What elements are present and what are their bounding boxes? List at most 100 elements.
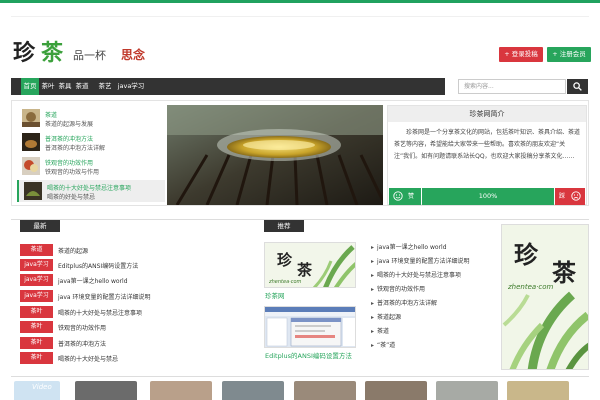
category-tag[interactable]: 茶叶: [20, 352, 53, 364]
nav-item-java[interactable]: java学习: [117, 78, 145, 95]
list-item[interactable]: 茶叶 铁观音的功效作用: [20, 321, 250, 333]
list-item[interactable]: 茶叶 喝茶的十大好处与禁忌注意事项: [20, 306, 250, 318]
video-thumb[interactable]: [75, 381, 137, 400]
logo-char-2: 茶: [41, 40, 64, 66]
feature-post-item[interactable]: 铁观音的功效作用 铁观音的功效与作用: [17, 155, 165, 177]
vote-up-label: 赞: [408, 193, 415, 200]
image-logo-url: zhentea·com: [269, 279, 302, 285]
right-list-item[interactable]: java 环境变量的配置方法详细说明: [371, 256, 469, 265]
image-logo-char-2: 茶: [297, 261, 313, 279]
tab-latest[interactable]: 最新: [20, 220, 60, 232]
video-thumb[interactable]: [294, 381, 356, 400]
image-logo-char-1: 珍: [277, 251, 293, 269]
feature-post-item-active[interactable]: 喝茶的十大好处与禁忌注意事项 喝茶的好处与禁忌: [17, 180, 165, 202]
logo-char-1: 珍: [13, 40, 36, 66]
vote-percent: 100%: [422, 188, 554, 205]
video-thumb[interactable]: [150, 381, 212, 400]
login-submit-button[interactable]: + 登录投稿: [499, 47, 543, 62]
list-item-title[interactable]: 茶道的起源: [58, 246, 88, 255]
search-icon: [573, 82, 582, 91]
category-tag[interactable]: 茶叶: [20, 306, 53, 318]
list-item[interactable]: 茶道 茶道的起源: [20, 244, 250, 256]
vote-down-button[interactable]: 踩: [555, 188, 585, 205]
post-thumbnail: [22, 157, 40, 175]
category-tag[interactable]: 茶叶: [20, 337, 53, 349]
post-thumbnail: [22, 109, 40, 127]
side-logo-char-1: 珍: [514, 240, 538, 269]
right-list-item[interactable]: 喝茶的十大好处与禁忌注意事项: [371, 270, 461, 279]
list-item[interactable]: 茶叶 普洱茶的冲泡方法: [20, 337, 250, 349]
recommend-caption[interactable]: Editplus的ANSI编码设置方法: [265, 350, 352, 360]
list-item-title[interactable]: 喝茶的十大好处与禁忌: [58, 354, 118, 363]
recommend-image-screenshot[interactable]: [264, 306, 356, 348]
vote-down-label: 踩: [559, 193, 566, 200]
nav-item-teaware[interactable]: 茶具: [58, 78, 72, 95]
right-list-item[interactable]: 茶道起源: [371, 312, 401, 321]
list-item-title[interactable]: java第一课之hello world: [58, 276, 128, 285]
video-thumb[interactable]: [436, 381, 498, 400]
list-item-title[interactable]: java 环境变量的配置方法详细说明: [58, 292, 150, 301]
post-subtitle: 铁观音的功效与作用: [45, 169, 100, 176]
top-accent-bar: [0, 0, 600, 3]
side-logo-char-2: 茶: [552, 258, 576, 287]
video-label: Video: [32, 383, 52, 391]
nav-item-tea-ceremony[interactable]: 茶道: [75, 78, 89, 95]
site-intro-panel: 珍茶网简介 珍茶网是一个分享茶文化的网站，包括茶叶知识、茶具介绍、茶道茶艺等内容…: [387, 105, 587, 205]
site-logo[interactable]: 珍 茶 品一杯 思念: [13, 35, 163, 69]
side-logo-banner[interactable]: 珍 茶 zhentea·com: [501, 224, 589, 370]
search-button[interactable]: [567, 79, 588, 94]
category-tag[interactable]: 茶叶: [20, 321, 53, 333]
recommend-image-logo[interactable]: 珍 茶 zhentea·com: [264, 242, 356, 288]
feature-post-item[interactable]: 普洱茶的冲泡方法 普洱茶的冲泡方法详解: [17, 131, 165, 153]
post-title: 铁观音的功效作用: [45, 160, 94, 167]
post-title: 喝茶的十大好处与禁忌注意事项: [47, 185, 132, 192]
recommend-caption[interactable]: 珍茶网: [265, 290, 285, 300]
logo-tagline-1: 品一杯: [73, 49, 106, 62]
right-list-item[interactable]: “茶”道: [371, 340, 395, 349]
editplus-screenshot-image: [265, 307, 355, 347]
right-list-item[interactable]: java第一课之hello world: [371, 242, 447, 251]
post-subtitle: 普洱茶的冲泡方法详解: [45, 145, 106, 152]
post-subtitle: 茶道的起源与发展: [45, 121, 94, 128]
category-tag[interactable]: java学习: [20, 259, 53, 271]
register-button[interactable]: + 注册会员: [547, 47, 591, 62]
list-item-title[interactable]: 铁观音的功效作用: [58, 323, 106, 332]
video-thumb[interactable]: Video: [14, 381, 60, 400]
site-header: 珍 茶 品一杯 思念 + 登录投稿 + 注册会员: [11, 16, 591, 72]
right-list-item[interactable]: 铁观音的功效作用: [371, 284, 425, 293]
vote-up-button[interactable]: 赞: [389, 188, 421, 205]
right-list-item[interactable]: 普洱茶的冲泡方法详解: [371, 298, 437, 307]
nav-item-tea[interactable]: 茶叶: [41, 78, 55, 95]
category-tag[interactable]: 茶道: [20, 244, 53, 256]
list-item-title[interactable]: 喝茶的十大好处与禁忌注意事项: [58, 308, 142, 317]
category-tag[interactable]: java学习: [20, 274, 53, 286]
video-thumb[interactable]: [365, 381, 427, 400]
post-subtitle: 喝茶的好处与禁忌: [47, 194, 96, 201]
tab-recommended[interactable]: 推荐: [264, 220, 304, 232]
logo-tagline-2: 思念: [121, 48, 146, 62]
list-item-title[interactable]: 普洱茶的冲泡方法: [58, 339, 106, 348]
list-item-title[interactable]: Editplus的ANSI编码设置方法: [58, 261, 138, 270]
category-tag[interactable]: java学习: [20, 290, 53, 302]
list-item[interactable]: java学习 java 环境变量的配置方法详细说明: [20, 290, 250, 302]
list-item[interactable]: java学习 Editplus的ANSI编码设置方法: [20, 259, 250, 271]
side-logo-url: zhentea·com: [508, 283, 554, 291]
video-strip: Video: [11, 376, 589, 400]
search-input[interactable]: 搜索内容...: [458, 79, 566, 94]
intro-text: 珍茶网是一个分享茶文化的网站，包括茶叶知识、茶具介绍、茶道茶艺等内容，希望能给大…: [394, 129, 581, 160]
right-list-item[interactable]: 茶道: [371, 326, 389, 335]
post-thumbnail: [24, 182, 42, 200]
intro-title: 珍茶网简介: [388, 106, 586, 122]
smile-icon: [393, 191, 403, 201]
frown-icon: [571, 191, 581, 201]
list-item[interactable]: 茶叶 喝茶的十大好处与禁忌: [20, 352, 250, 364]
nav-item-tea-art[interactable]: 茶艺: [98, 78, 112, 95]
content-lower: 最新 推荐 茶道 茶道的起源 java学习 Editplus的ANSI编码设置方法 …: [11, 219, 589, 370]
video-thumb[interactable]: [222, 381, 284, 400]
video-thumb[interactable]: [507, 381, 569, 400]
list-item[interactable]: java学习 java第一课之hello world: [20, 274, 250, 286]
nav-item-home[interactable]: 首页: [21, 78, 39, 95]
post-title: 普洱茶的冲泡方法: [45, 136, 94, 143]
feature-slideshow-image[interactable]: [167, 105, 383, 205]
feature-post-item[interactable]: 茶道 茶道的起源与发展: [17, 107, 165, 129]
